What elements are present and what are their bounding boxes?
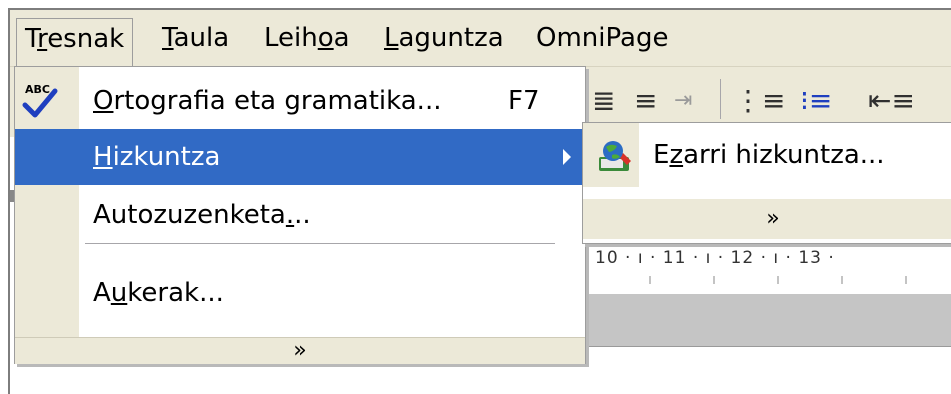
menu-item-autocorrect[interactable]: Autozuzenketa...	[15, 187, 585, 243]
menu-expand-chevron-icon[interactable]: »	[15, 337, 585, 364]
menu-taula-accel: T	[162, 23, 174, 53]
decrease-indent-icon[interactable]: ⇤≡	[868, 85, 915, 117]
menu-laguntza[interactable]: Laguntza	[376, 18, 512, 58]
menu-item-spelling-shortcut: F7	[508, 86, 540, 116]
tools-dropdown-menu: ABC Ortografia eta gramatika... F7 Hizku…	[14, 66, 586, 364]
menu-tresnak[interactable]: Tresnak	[16, 18, 134, 67]
menu-leihoa-accel: o	[317, 23, 334, 53]
menu-omnipage[interactable]: OmniPage	[528, 18, 676, 58]
menu-bar: Tresnak Taula Leihoa Laguntza OmniPage	[10, 10, 951, 67]
set-language-globe-icon	[599, 141, 631, 171]
menu-item-spelling[interactable]: ABC Ortografia eta gramatika... F7	[15, 73, 585, 129]
ruler-scale: 10 · ı · 11 · ı · 12 · ı · 13 ·	[595, 248, 835, 268]
menu-taula[interactable]: Taula	[154, 18, 237, 58]
menu-item-options[interactable]: Aukerak...	[15, 265, 585, 321]
menu-item-language-label: Hizkuntza	[93, 142, 221, 172]
toolbar-separator	[720, 79, 721, 119]
menu-divider	[85, 243, 555, 244]
menu-item-options-label: Aukerak...	[93, 278, 224, 308]
horizontal-ruler[interactable]: 10 · ı · 11 · ı · 12 · ı · 13 ·	[585, 242, 951, 295]
svg-text:ABC: ABC	[25, 83, 50, 96]
menu-item-language[interactable]: Hizkuntza	[15, 129, 585, 185]
submenu-item-set-language-label: Ezarri hizkuntza...	[653, 140, 885, 170]
app-window: Tresnak Taula Leihoa Laguntza OmniPage ≣…	[8, 8, 951, 394]
menu-item-autocorrect-label: Autozuzenketa...	[93, 200, 311, 230]
ruler-ticks	[585, 276, 951, 284]
menu-item-spelling-label: Ortografia eta gramatika...	[93, 86, 442, 116]
bullet-list-icon[interactable]: ⁝≡	[800, 85, 832, 117]
line-spacing-icon[interactable]: ⇥	[674, 85, 692, 117]
menu-leihoa[interactable]: Leihoa	[256, 18, 358, 58]
numbered-list-icon[interactable]: ⋮≡	[734, 85, 785, 117]
spellcheck-abc-icon: ABC	[22, 83, 58, 118]
submenu-expand-chevron-icon[interactable]: »	[583, 199, 951, 239]
align-justify-icon[interactable]: ≡	[634, 85, 657, 117]
submenu-arrow-icon	[563, 149, 571, 165]
document-gray-area	[585, 294, 951, 347]
menu-tresnak-accel: r	[37, 24, 48, 54]
menu-laguntza-accel: L	[384, 23, 399, 53]
language-submenu: Ezarri hizkuntza... »	[582, 122, 951, 244]
submenu-item-set-language[interactable]: Ezarri hizkuntza...	[583, 131, 951, 187]
align-center-icon[interactable]: ≣	[592, 85, 615, 117]
